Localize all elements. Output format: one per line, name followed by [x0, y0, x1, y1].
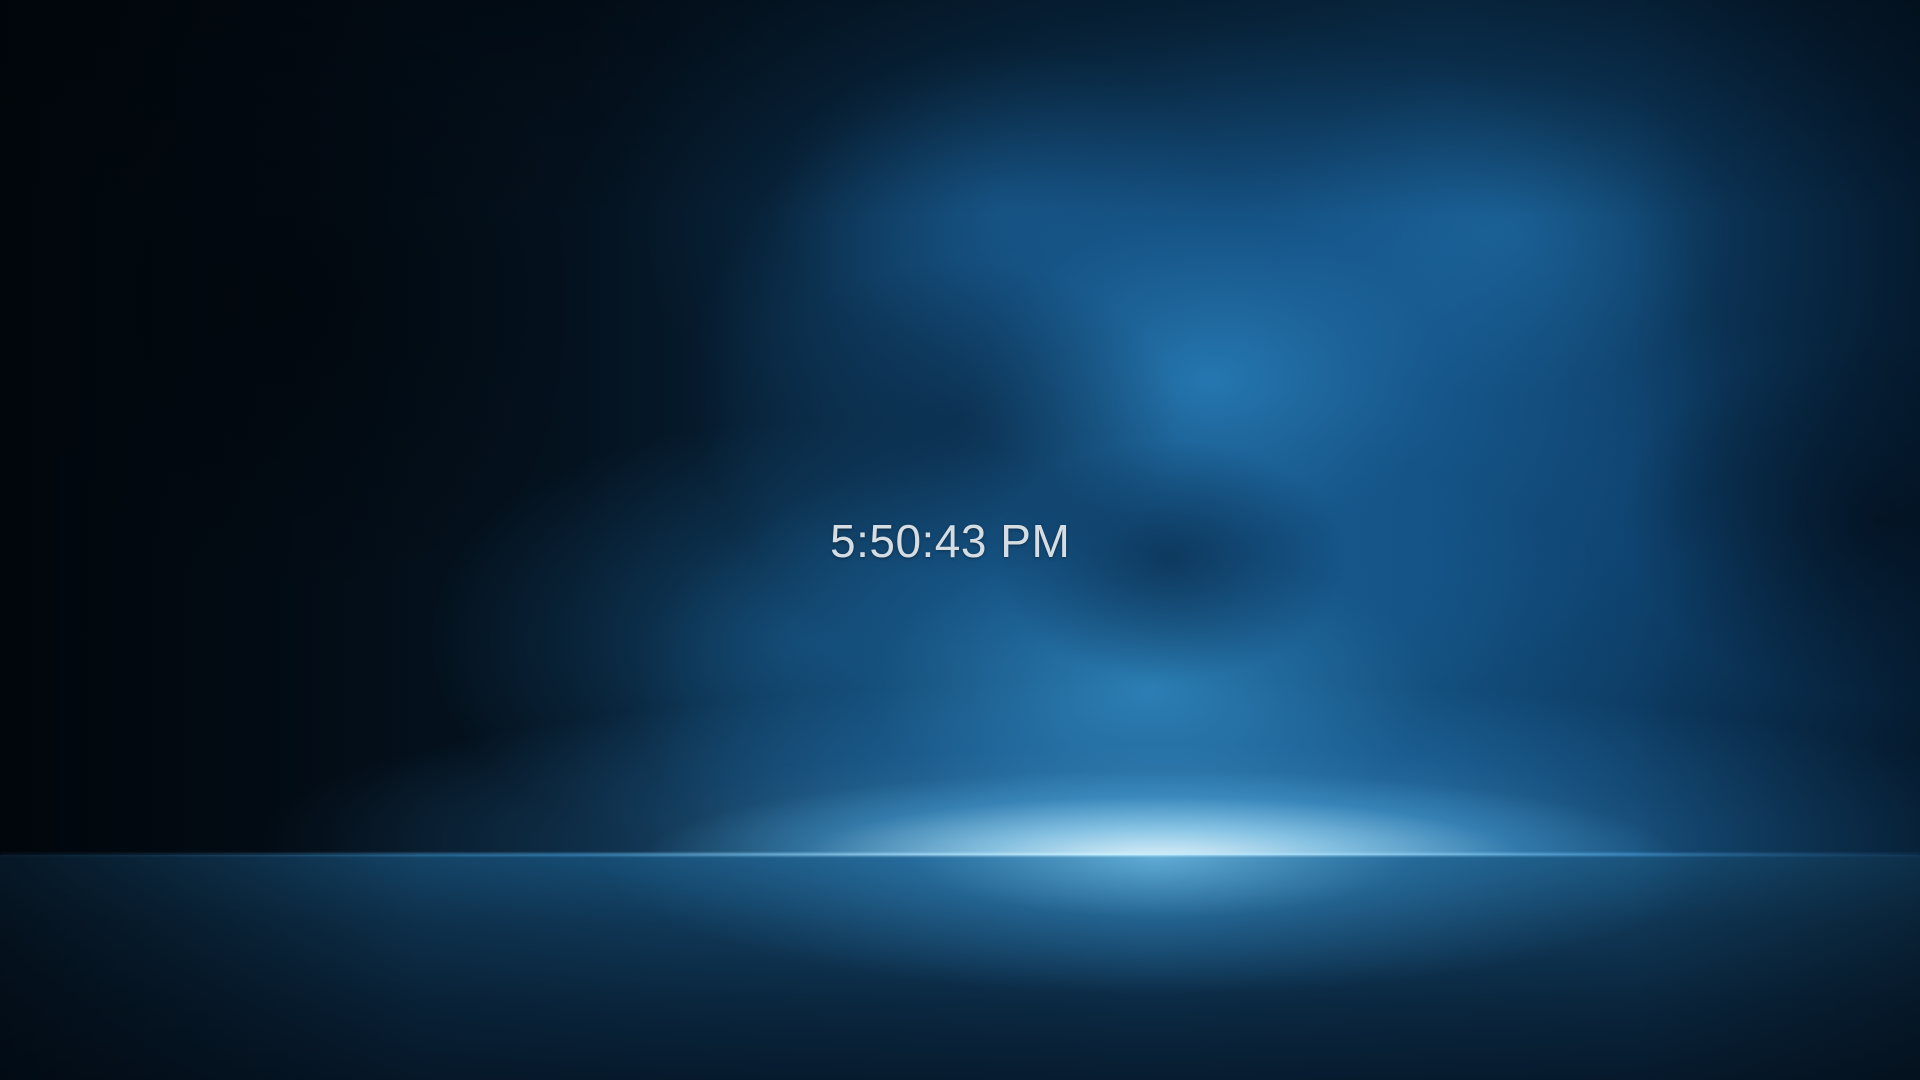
clock-time: 5:50:43 PM — [830, 515, 1071, 567]
wallpaper-floor-shade — [0, 855, 1920, 1080]
desktop-screen: 5:50:43 PM — [0, 0, 1920, 1080]
wallpaper-horizon-line — [0, 853, 1920, 856]
